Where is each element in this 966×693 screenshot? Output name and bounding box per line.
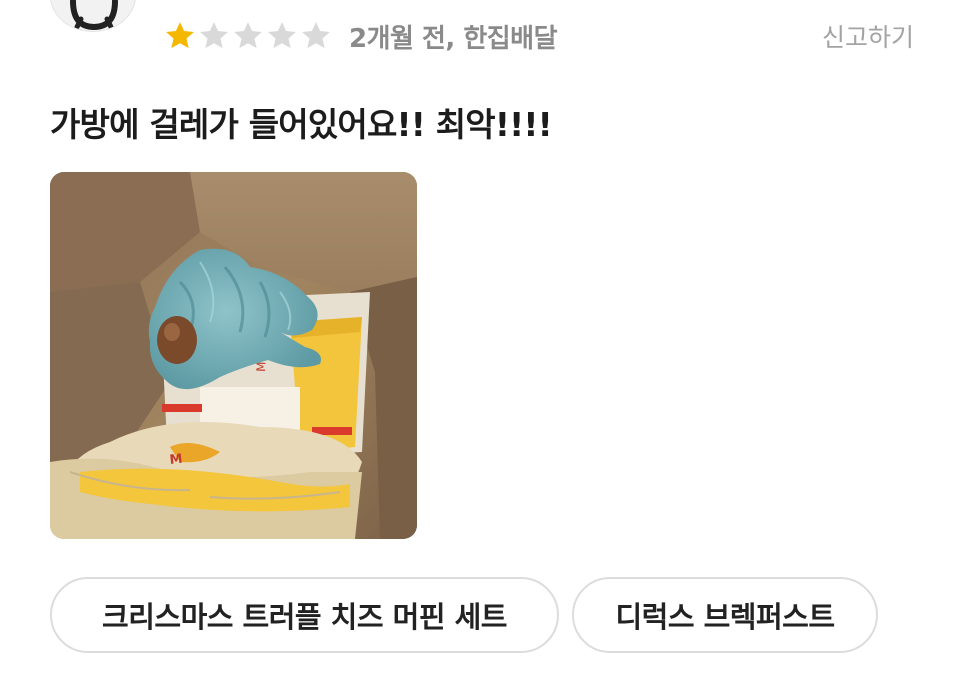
user-avatar-icon xyxy=(70,0,118,31)
star-icon-empty xyxy=(200,22,228,49)
star-icon-empty xyxy=(302,22,330,49)
review-text: 가방에 걸레가 들어있어요!! 최악!!!! xyxy=(50,105,553,144)
star-rating xyxy=(163,19,333,53)
svg-text:M: M xyxy=(169,452,183,468)
review-photo-image: M M xyxy=(50,172,417,539)
report-button[interactable]: 신고하기 xyxy=(822,18,914,54)
review-photo[interactable]: M M xyxy=(50,172,417,539)
menu-tag-christmas-truffle-cheese-muffin-set[interactable]: 크리스마스 트러플 치즈 머핀 세트 xyxy=(50,577,559,653)
star-icon-empty xyxy=(234,22,262,49)
star-icon-empty xyxy=(268,22,296,49)
star-icon-filled xyxy=(166,22,194,49)
user-avatar[interactable] xyxy=(50,0,136,32)
review-meta: 2개월 전, 한집배달 xyxy=(163,18,558,54)
menu-tag-deluxe-breakfast[interactable]: 디럭스 브렉퍼스트 xyxy=(572,577,878,653)
review-time-and-delivery: 2개월 전, 한집배달 xyxy=(349,23,558,54)
